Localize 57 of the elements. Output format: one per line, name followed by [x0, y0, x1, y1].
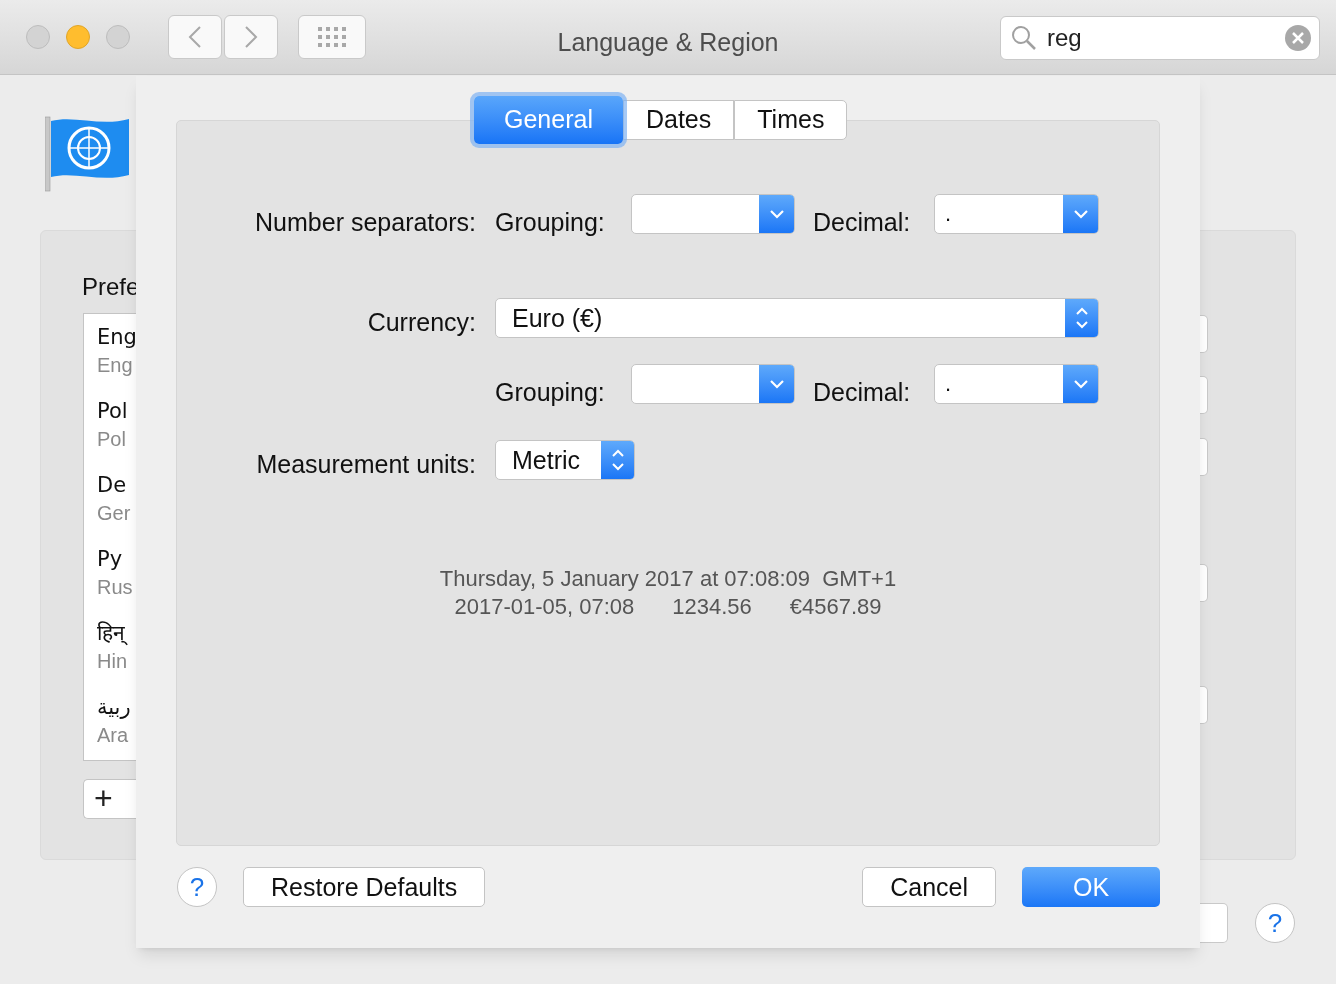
zoom-button[interactable] [106, 25, 130, 49]
sample-text: 2017-01-05, 07:08 [454, 593, 635, 621]
chevron-down-icon [768, 379, 785, 389]
tab[interactable]: Times [734, 100, 848, 140]
popup-button[interactable]: . [934, 194, 1099, 234]
minimize-button[interactable] [66, 25, 90, 49]
chevron-down-icon [768, 209, 785, 219]
language-subtitle: Ger [97, 501, 132, 526]
field-label: Number separators: [255, 207, 476, 238]
forward-button[interactable] [224, 15, 278, 59]
chevron-down-icon [1072, 209, 1089, 219]
popup-button[interactable]: Euro (€) [495, 298, 1099, 338]
popup-button[interactable] [631, 194, 795, 234]
language-subtitle: Eng [97, 353, 134, 378]
language-subtitle: Ara [97, 723, 130, 748]
language-subtitle: Rus [97, 575, 134, 600]
sample-text: €4567.89 [789, 593, 882, 621]
window-title: Language & Region [556, 27, 780, 58]
language-name[interactable]: Eng [97, 322, 136, 352]
field-label: Currency: [367, 307, 476, 338]
language-name[interactable]: ربية [97, 692, 136, 722]
sample-date-text: Thursday, 5 January 2017 at 07:08:09 GMT+1 [438, 565, 898, 593]
chevron-left-icon [188, 25, 202, 49]
flag-icon [45, 115, 131, 193]
help-button[interactable]: ? [1255, 903, 1295, 943]
field-label: Decimal: [813, 377, 911, 408]
popup-button[interactable]: . [934, 364, 1099, 404]
up-down-icon [1073, 305, 1090, 331]
chevron-right-icon [244, 25, 258, 49]
language-subtitle: Pol [97, 427, 127, 452]
field-label: Decimal: [813, 207, 911, 238]
field-label: Grouping: [495, 377, 605, 408]
search-field[interactable]: reg [1000, 16, 1320, 60]
language-subtitle: Hin [97, 649, 128, 674]
button[interactable] [1200, 903, 1228, 943]
language-name[interactable]: Pol [97, 396, 136, 426]
close-button[interactable] [26, 25, 50, 49]
chevron-down-icon [1072, 379, 1089, 389]
preferred-languages-heading: Prefe [82, 272, 140, 302]
popup-button[interactable]: Metric [495, 440, 635, 480]
add-button[interactable]: + [83, 779, 136, 819]
field-label: Measurement units: [256, 449, 476, 480]
grid-icon [318, 27, 346, 47]
language-name[interactable]: De [97, 470, 136, 500]
language-name[interactable]: हिन् [97, 618, 136, 648]
button[interactable]: Cancel [862, 867, 996, 907]
language-name[interactable]: Ру [97, 544, 136, 574]
up-down-icon [609, 447, 626, 473]
show-all-button[interactable] [298, 15, 366, 59]
popup-button[interactable] [631, 364, 795, 404]
back-button[interactable] [168, 15, 222, 59]
button[interactable]: Restore Defaults [243, 867, 486, 907]
search-icon [1011, 25, 1037, 51]
sample-text: 1234.56 [672, 593, 752, 621]
help-button[interactable]: ? [177, 867, 217, 907]
field-label: Grouping: [495, 207, 605, 238]
clear-icon[interactable] [1285, 25, 1311, 51]
